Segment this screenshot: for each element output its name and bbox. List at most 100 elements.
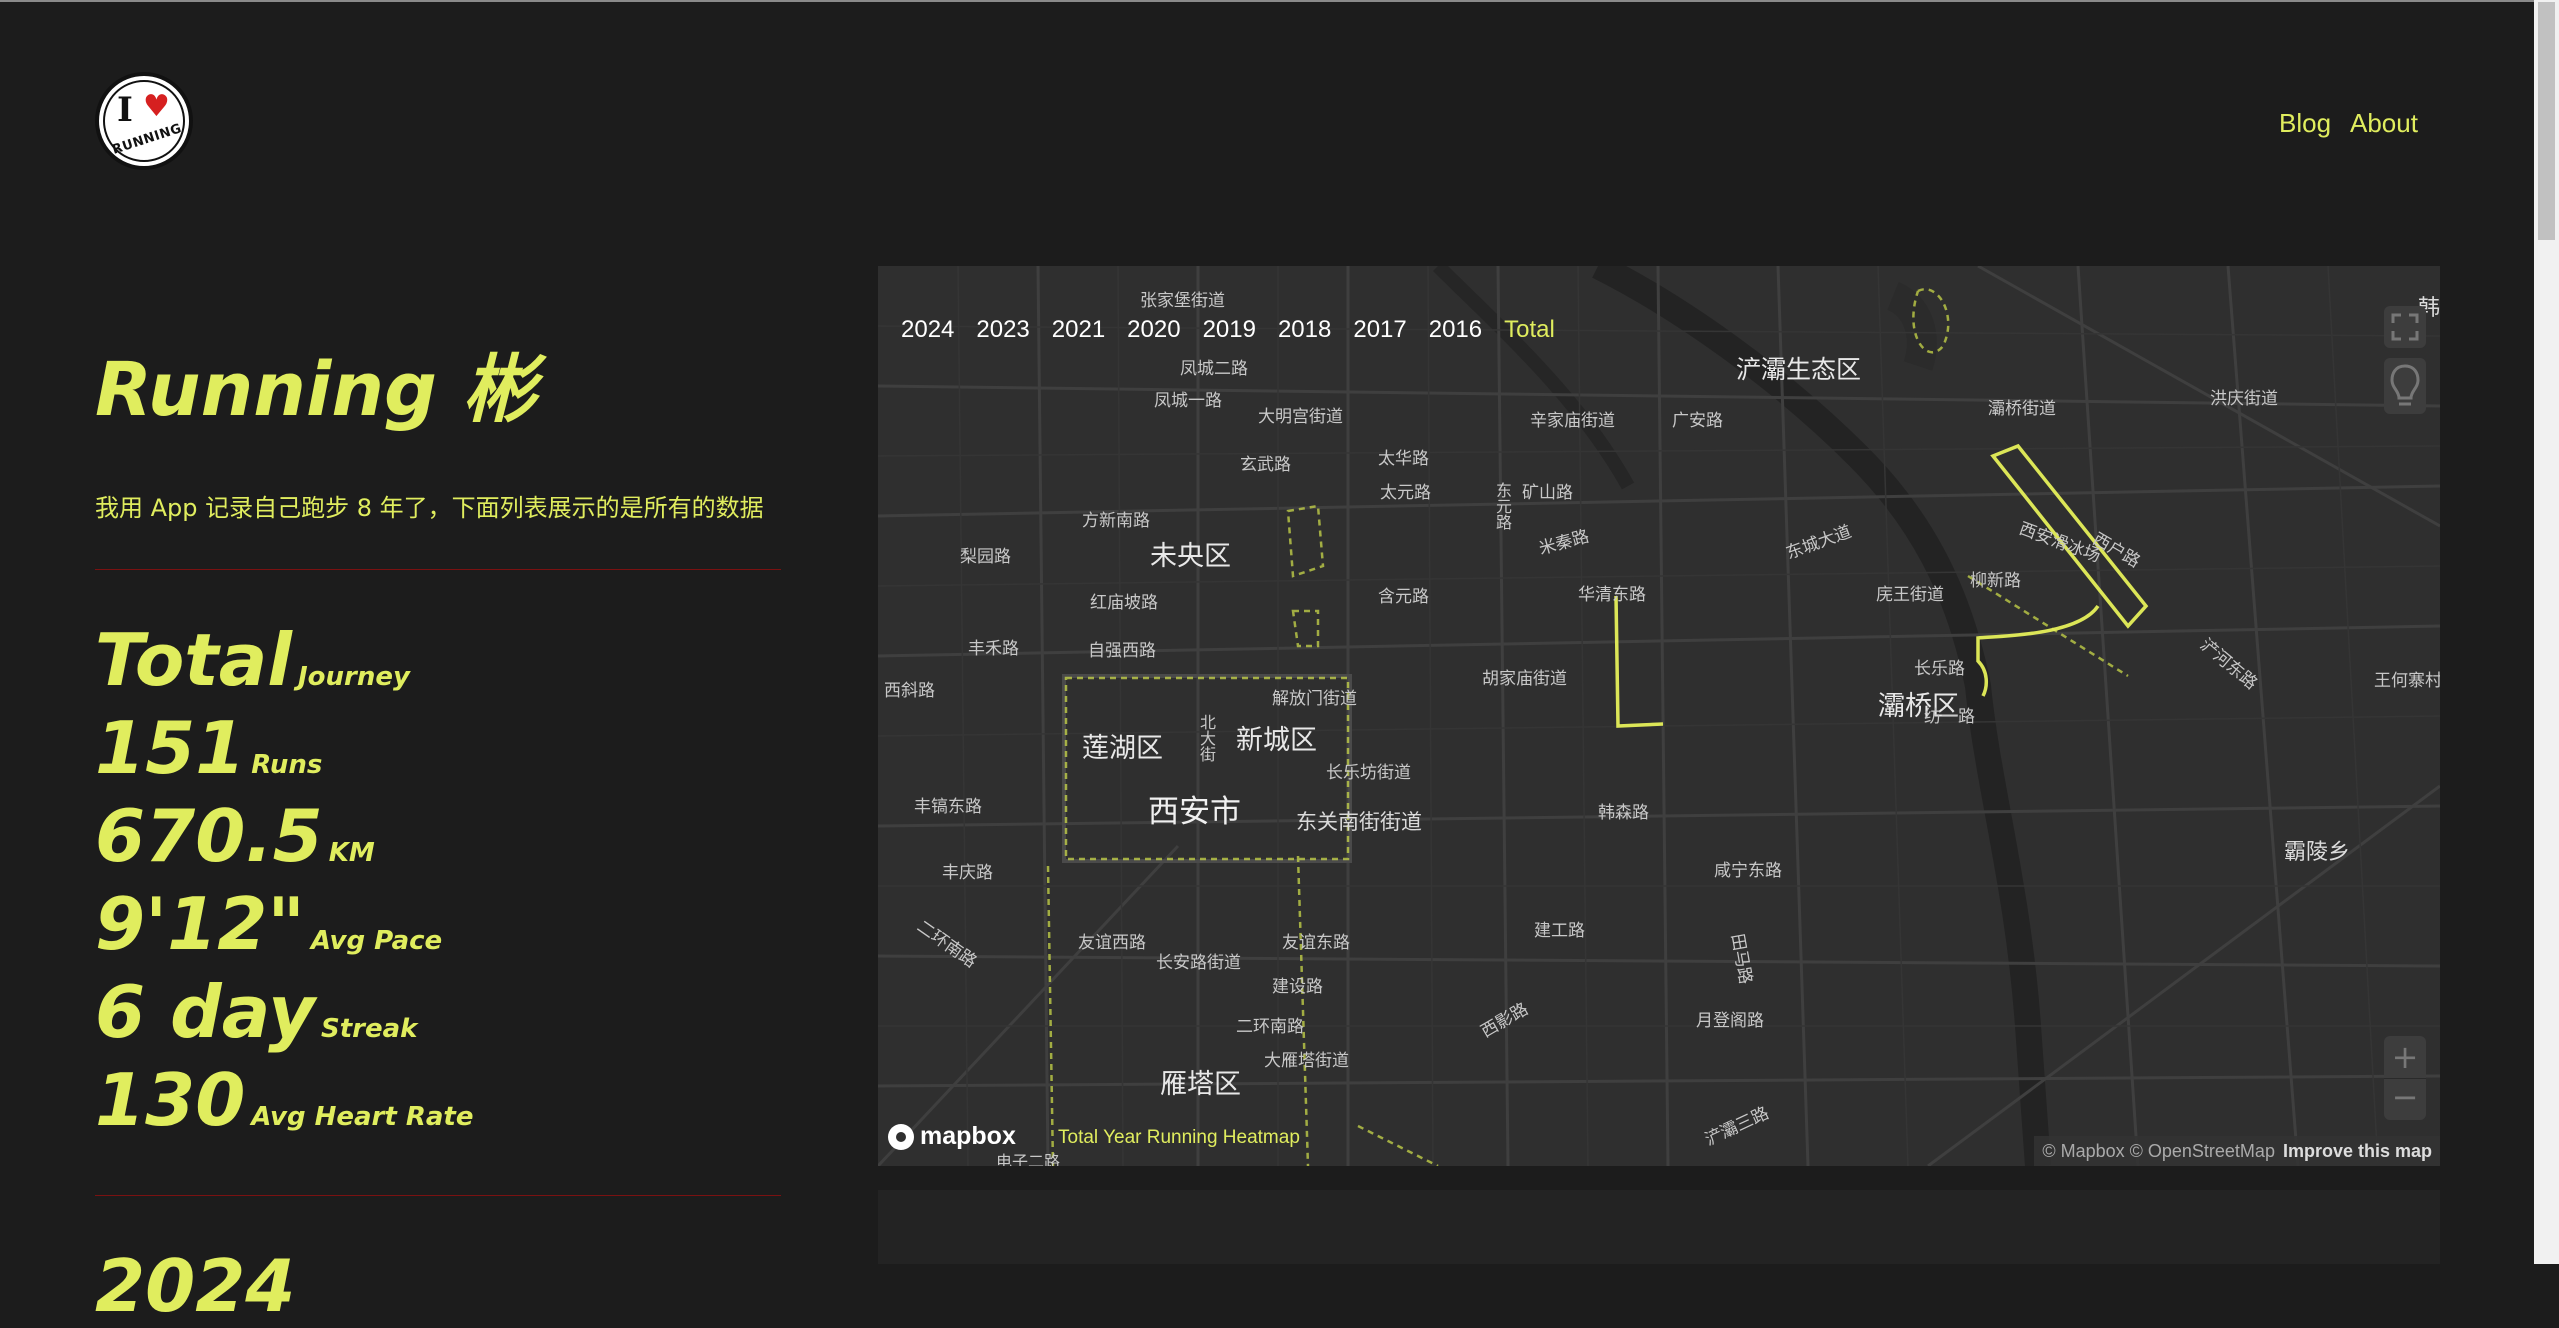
map-label-road: 胡家庙街道 [1482,669,1567,689]
stat-heart-rate-unit: Avg Heart Rate [251,1102,474,1132]
map-label-road: 庑王街道 [1876,585,1944,605]
logo-letter-i: I [117,90,133,130]
nav-blog-link[interactable]: Blog [2279,108,2331,139]
window-top-border [0,0,2559,2]
year-tab[interactable]: 2018 [1278,316,1331,344]
stat-heart-rate-value: 130 [95,1058,246,1142]
lightbulb-icon [2390,364,2420,406]
map-label-road: 辛家庙街道 [1530,411,1615,431]
zoom-in-button[interactable]: + [2384,1038,2426,1076]
next-panel [878,1190,2440,1264]
map-label-road: 北大街 [1197,714,1216,762]
map-label-road: 广安路 [1672,411,1723,431]
map-label-district: 莲湖区 [1082,733,1163,764]
map-label-road: 二环南路 [1236,1017,1304,1037]
map-label-town: 霸陵乡 [2284,840,2351,865]
divider [95,1195,781,1196]
fullscreen-button[interactable] [2384,306,2426,348]
map-label-road: 友谊东路 [1282,933,1350,953]
map-label-road: 张家堡街道 [1140,291,1225,311]
map-label-road: 西斜路 [884,681,935,701]
map-label-road: 凤城二路 [1180,359,1248,379]
scrollbar-thumb[interactable] [2538,2,2555,240]
map-label-road: 凤城一路 [1154,391,1222,411]
map-label-road: 大明宫街道 [1258,407,1343,427]
stat-total-unit: Journey [297,662,410,692]
map-label-road: 含元路 [1378,587,1429,607]
map-label-district: 新城区 [1236,725,1317,756]
map-label-road: 东元路 [1493,482,1512,530]
improve-map-link[interactable]: Improve this map [2283,1141,2432,1162]
year-tab[interactable]: 2017 [1353,316,1406,344]
site-logo[interactable]: I ♥ RUNNING [95,72,193,170]
year-tab[interactable]: 2020 [1127,316,1180,344]
map-label-road: 建设路 [1272,977,1323,997]
map-label-road: 洪庆街道 [2210,389,2278,409]
year-tab[interactable]: 2023 [976,316,1029,344]
stat-distance: 670.5 KM [95,794,375,878]
scrollbar[interactable] [2534,0,2559,1264]
mapbox-wordmark: mapbox [920,1122,1016,1150]
map-label-road: 长乐坊街道 [1326,763,1411,783]
map-label-road: 丰禾路 [968,639,1019,659]
stat-heart-rate: 130 Avg Heart Rate [95,1058,473,1142]
year-tab[interactable]: 2016 [1429,316,1482,344]
map-label-road: 月登阁路 [1696,1011,1764,1031]
stat-runs-value: 151 [95,706,246,790]
stat-streak-value: 6 day [95,970,316,1054]
map-label-road: 建工路 [1534,921,1585,941]
map-label-area: 东关南街街道 [1296,810,1422,834]
mapbox-icon [888,1123,914,1150]
year-tab[interactable]: 2019 [1203,316,1256,344]
map-label-road: 太华路 [1378,449,1429,469]
map-label-district: 未央区 [1150,541,1231,572]
year-tab[interactable]: 2024 [901,316,954,344]
year-tab-total[interactable]: Total [1504,316,1555,344]
map-attribution: © Mapbox © OpenStreetMap Improve this ma… [2034,1136,2440,1166]
heatmap-caption: Total Year Running Heatmap [1058,1127,1300,1148]
mapbox-logo[interactable]: mapbox [888,1122,1016,1151]
map-label-road: 大雁塔街道 [1264,1051,1349,1071]
zoom-out-button[interactable]: − [2384,1078,2426,1116]
map-label-road: 玄武路 [1240,455,1291,475]
map-label-road: 长乐路 [1914,659,1965,679]
map-label-road: 咸宁东路 [1714,861,1782,881]
fullscreen-icon [2391,313,2419,341]
map-label-road: 方新南路 [1082,511,1150,531]
year-section-heading: 2024 [95,1244,296,1328]
map-label-road: 韩森路 [1598,803,1649,823]
stat-streak-unit: Streak [321,1014,418,1044]
map-label-road: 灞桥街道 [1988,399,2056,419]
stat-runs-unit: Runs [251,750,323,780]
page-description: 我用 App 记录自己跑步 8 年了，下面列表展示的是所有的数据 [95,494,764,522]
map-label-district: 雁塔区 [1160,1069,1241,1100]
map-label-village: 王何寨村 [2374,671,2440,691]
attribution-text[interactable]: © Mapbox © OpenStreetMap [2042,1141,2275,1162]
map-base [878,266,2440,1166]
year-filter: 2024 2023 2021 2020 2019 2018 2017 2016 … [901,316,1577,344]
map-label-road: 梨园路 [960,547,1011,567]
map-label-road: 矿山路 [1522,483,1573,503]
nav-about-link[interactable]: About [2350,108,2418,139]
stat-distance-unit: KM [328,838,375,868]
stat-pace: 9'12" Avg Pace [95,882,442,966]
year-tab[interactable]: 2021 [1052,316,1105,344]
map-label-city: 西安市 [1148,794,1241,830]
map-label-road: 友谊西路 [1078,933,1146,953]
stat-pace-unit: Avg Pace [310,926,443,956]
stat-streak: 6 day Streak [95,970,417,1054]
divider [95,569,781,570]
map-label-road: 纺一路 [1924,707,1975,727]
running-heatmap-map[interactable]: 未央区 莲湖区 新城区 西安市 雁塔区 灞桥区 浐灞生态区 霸陵乡 张家堡街道 … [878,266,2440,1166]
map-label-road: 红庙坡路 [1090,593,1158,613]
stat-total-value: Total [95,618,292,702]
map-label-road: 华清东路 [1578,585,1646,605]
map-label-road: 丰庆路 [942,863,993,883]
map-label-road: 太元路 [1380,483,1431,503]
map-label-road: 自强西路 [1088,641,1156,661]
stat-distance-value: 670.5 [95,794,323,878]
stat-runs: 151 Runs [95,706,322,790]
page-title: Running 彬 [95,347,537,433]
heart-icon: ♥ [143,89,170,124]
light-toggle-button[interactable] [2384,358,2426,414]
